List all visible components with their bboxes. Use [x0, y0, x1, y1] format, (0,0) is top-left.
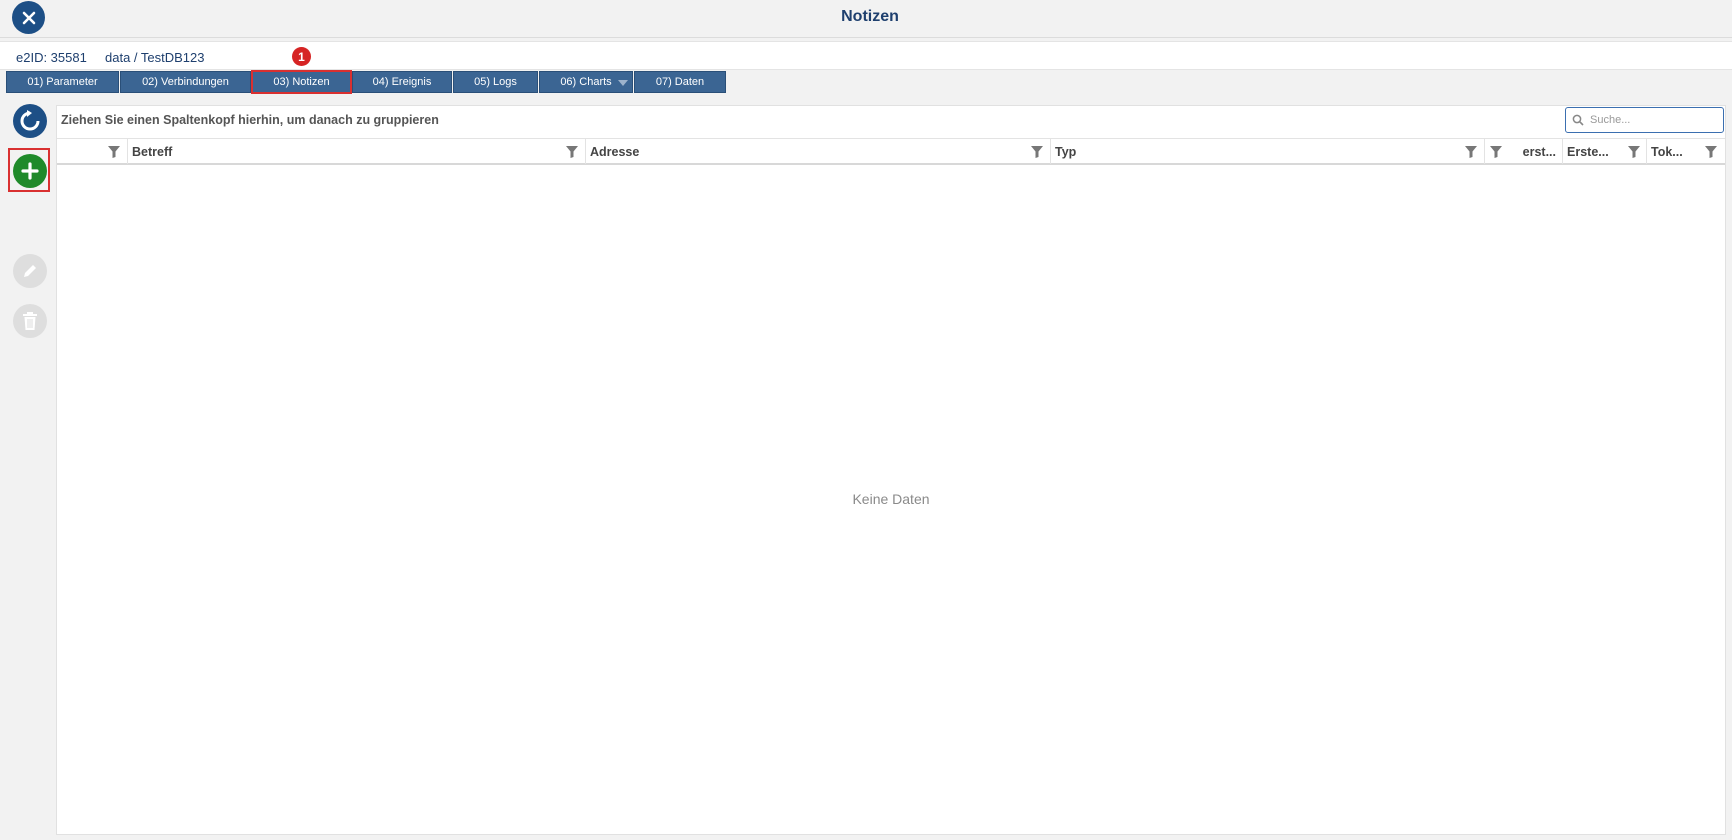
tab-ereignis[interactable]: 04) Ereignis	[352, 71, 452, 93]
filter-icon[interactable]	[107, 145, 121, 159]
column-label: Tok...	[1651, 144, 1683, 159]
record-info-bar: e2ID: 35581 data / TestDB123	[0, 41, 1732, 70]
record-path: data / TestDB123	[105, 50, 205, 65]
column-header-betreff[interactable]: Betreff	[128, 139, 586, 164]
filter-icon[interactable]	[1030, 145, 1044, 159]
column-header-erstellt[interactable]: erst...	[1485, 139, 1563, 164]
add-note-button[interactable]	[13, 154, 47, 188]
empty-state-text: Keine Daten	[852, 491, 930, 507]
filter-icon[interactable]	[1704, 145, 1718, 159]
search-box[interactable]	[1565, 107, 1724, 133]
plus-icon	[21, 162, 39, 180]
tab-charts-label: 06) Charts	[560, 76, 612, 88]
column-label: Typ	[1055, 144, 1077, 159]
tab-logs[interactable]: 05) Logs	[453, 71, 538, 93]
column-header-adresse[interactable]: Adresse	[586, 139, 1051, 164]
record-id: e2ID: 35581	[16, 50, 87, 65]
grid-header: Betreff Adresse Typ erst... Erste... Tok…	[57, 138, 1725, 165]
tab-bar: 01) Parameter 02) Verbindungen 03) Notiz…	[6, 70, 727, 94]
filter-icon[interactable]	[1464, 145, 1478, 159]
column-header-select[interactable]	[57, 139, 128, 164]
refresh-button[interactable]	[13, 104, 47, 138]
tab-verbindungen[interactable]: 02) Verbindungen	[120, 71, 251, 93]
column-header-typ[interactable]: Typ	[1051, 139, 1485, 164]
filter-icon[interactable]	[565, 145, 579, 159]
refresh-icon	[20, 110, 40, 131]
column-label: Betreff	[132, 144, 173, 159]
action-toolbar	[6, 100, 54, 840]
column-header-ersteller[interactable]: Erste...	[1563, 139, 1647, 164]
filter-icon[interactable]	[1627, 145, 1641, 159]
caret-down-icon[interactable]	[618, 80, 628, 86]
group-panel-hint[interactable]: Ziehen Sie einen Spaltenkopf hierhin, um…	[61, 113, 439, 127]
pencil-icon	[24, 265, 36, 277]
search-input[interactable]	[1590, 114, 1710, 126]
column-label: erst...	[1522, 144, 1556, 159]
tab-charts[interactable]: 06) Charts	[539, 71, 633, 93]
tab-daten[interactable]: 07) Daten	[634, 71, 726, 93]
window-titlebar: Notizen	[0, 0, 1732, 38]
page-title: Notizen	[841, 8, 899, 25]
tab-parameter[interactable]: 01) Parameter	[6, 71, 119, 93]
tab-notizen[interactable]: 03) Notizen	[251, 70, 352, 94]
column-label: Adresse	[590, 144, 640, 159]
edit-button[interactable]	[13, 254, 47, 288]
notes-grid: Ziehen Sie einen Spaltenkopf hierhin, um…	[56, 105, 1726, 835]
trash-icon	[23, 312, 37, 330]
delete-button[interactable]	[13, 304, 47, 338]
column-label: Erste...	[1567, 144, 1609, 159]
search-icon	[1572, 114, 1584, 126]
filter-icon[interactable]	[1489, 145, 1503, 159]
column-header-token[interactable]: Tok...	[1647, 139, 1725, 164]
annotation-badge-1: 1	[292, 47, 311, 66]
